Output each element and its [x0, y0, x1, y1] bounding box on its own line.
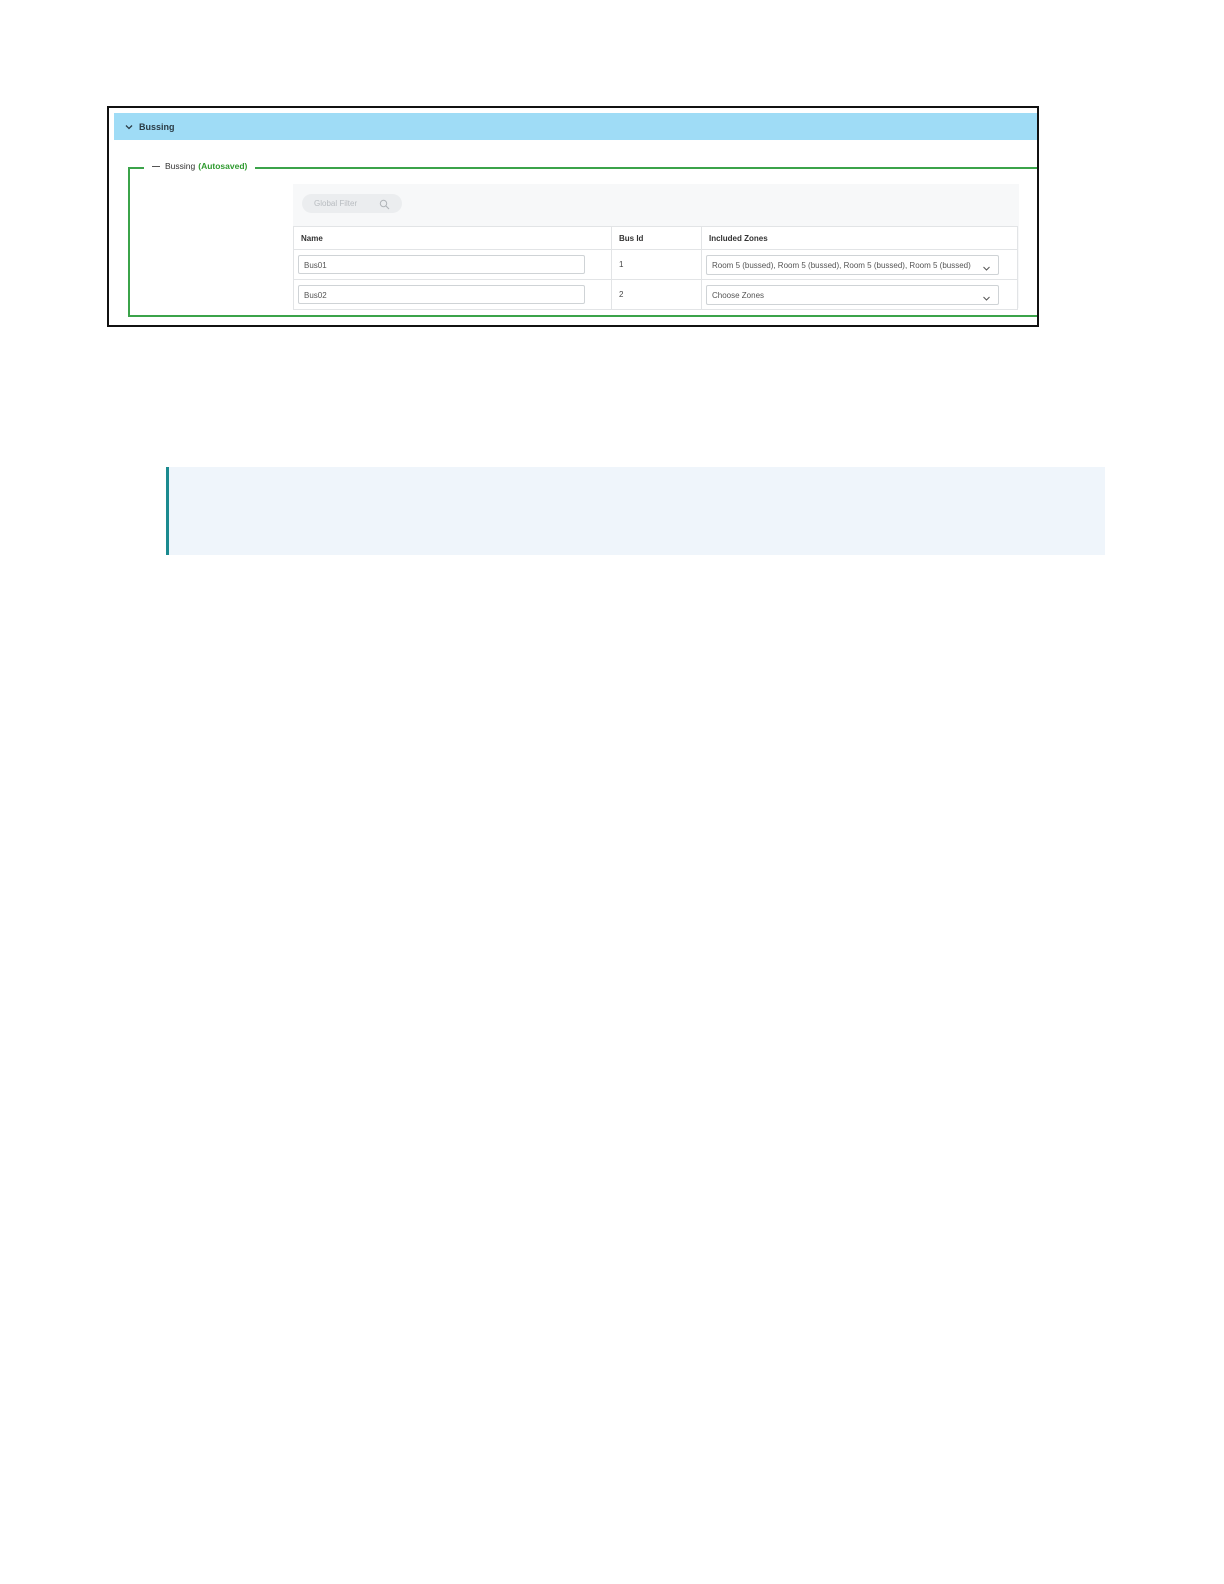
- bus-name-input[interactable]: Bus01: [298, 255, 585, 274]
- section-title: Bussing: [139, 121, 175, 132]
- table-row: Bus01 1 Room 5 (bussed), Room 5 (bussed)…: [293, 249, 1018, 280]
- bus-grid-panel: Global Filter Name Bus Id Included Zones…: [293, 184, 1019, 310]
- name-cell: Bus01: [293, 249, 612, 280]
- bussing-section-header[interactable]: Bussing: [114, 113, 1037, 140]
- zones-selected-value: Room 5 (bussed), Room 5 (bussed), Room 5…: [712, 260, 971, 270]
- zones-cell: Room 5 (bussed), Room 5 (bussed), Room 5…: [701, 249, 1018, 280]
- table-row: Bus02 2 Choose Zones: [293, 279, 1018, 310]
- bussing-screenshot: Bussing Bussing (Autosaved) Global Filte…: [107, 106, 1039, 327]
- global-filter-placeholder: Global Filter: [314, 199, 358, 208]
- column-header-name[interactable]: Name: [293, 226, 612, 250]
- collapse-dash-icon[interactable]: [152, 165, 160, 167]
- group-title: Bussing: [165, 161, 196, 171]
- zones-cell: Choose Zones: [701, 279, 1018, 310]
- column-header-included-zones[interactable]: Included Zones: [701, 226, 1018, 250]
- global-filter-input[interactable]: Global Filter: [302, 194, 402, 213]
- bus-table: Name Bus Id Included Zones Bus01 1 Room …: [293, 226, 1018, 310]
- bus-name-input[interactable]: Bus02: [298, 285, 585, 304]
- table-header-row: Name Bus Id Included Zones: [293, 226, 1018, 250]
- bus-id-cell: 2: [611, 279, 702, 310]
- chevron-down-icon[interactable]: [124, 122, 134, 132]
- bus-id-cell: 1: [611, 249, 702, 280]
- note-callout: [166, 467, 1105, 555]
- included-zones-dropdown[interactable]: Choose Zones: [706, 284, 999, 305]
- chevron-down-icon[interactable]: [982, 261, 991, 271]
- zones-selected-value: Choose Zones: [712, 290, 765, 300]
- chevron-down-icon[interactable]: [982, 291, 991, 301]
- included-zones-dropdown[interactable]: Room 5 (bussed), Room 5 (bussed), Room 5…: [706, 254, 999, 275]
- search-icon[interactable]: [379, 198, 390, 210]
- autosaved-status: (Autosaved): [198, 161, 248, 171]
- group-legend: Bussing (Autosaved): [144, 161, 256, 171]
- name-cell: Bus02: [293, 279, 612, 310]
- column-header-bus-id[interactable]: Bus Id: [611, 226, 702, 250]
